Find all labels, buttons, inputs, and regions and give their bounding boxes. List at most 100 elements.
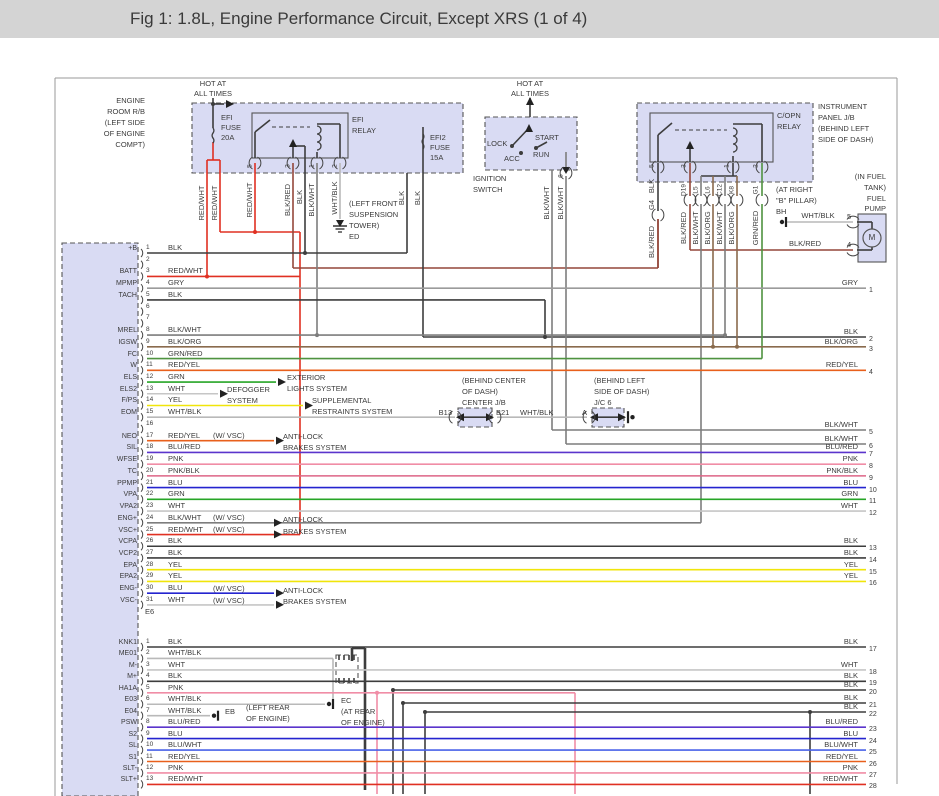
diagram-label: J/C 6 xyxy=(594,399,612,407)
diagram-label: 3 xyxy=(284,164,291,168)
diagram-label: (LEFT REAR xyxy=(246,704,290,712)
wire-color-label-right: WHT xyxy=(841,502,858,510)
diagram-label: OF ENGINE) xyxy=(341,719,385,727)
wire-color-label: BLK xyxy=(168,244,182,252)
ed-ground-label: (LEFT FRONT xyxy=(349,200,398,208)
ecm-pin-number-g1-4: 4 xyxy=(146,279,150,286)
diagram-label: K8 xyxy=(728,186,735,194)
diagram-label: RELAY xyxy=(352,127,376,135)
efi2-fuse-label: EFI2 xyxy=(430,134,446,142)
abs-label-1: ANTI-LOCK xyxy=(283,433,323,441)
right-pin-number-8: 8 xyxy=(869,463,873,471)
diagram-label: 15A xyxy=(430,154,443,162)
right-pin-number-28: 28 xyxy=(869,783,877,791)
diagram-label: SIDE OF DASH) xyxy=(818,136,873,144)
ecm-pin-number-g1-9: 9 xyxy=(146,338,150,345)
wire-color-label: BLK xyxy=(168,291,182,299)
ecm-pin-name-PPMP: PPMP xyxy=(117,480,137,488)
jc6-label: (BEHIND LEFT xyxy=(594,377,645,385)
wire-color-label-right: BLU/RED xyxy=(825,718,858,726)
ecm-pin-number-g1-23: 23 xyxy=(146,502,153,509)
wire-color-label: RED/YEL xyxy=(168,432,200,440)
ecm-pin-number-g2-1: 1 xyxy=(146,638,150,645)
ecm-pin-name-SLT-: SLT- xyxy=(123,765,137,773)
right-pin-number-3: 3 xyxy=(869,346,873,354)
diagram-label: RELAY xyxy=(777,123,801,131)
ecm-pin-name-ENG+: ENG+ xyxy=(118,515,137,523)
fuel-pump-label: (IN FUEL xyxy=(855,173,886,181)
wire-color-label-right: BLU/RED xyxy=(825,443,858,451)
ignition-switch-label: IGNITION xyxy=(473,175,506,183)
ecm-pin-number-g1-24: 24 xyxy=(146,514,153,521)
wire-color-label: WHT xyxy=(168,385,185,393)
ecm-pin-name-EOM: EOM xyxy=(121,409,137,417)
wire-color-label-right: BLK xyxy=(844,703,858,711)
diagram-label: TOWER) xyxy=(349,222,379,230)
right-pin-number-14: 14 xyxy=(869,557,877,565)
diagram-label: WHT/BLK xyxy=(520,409,553,417)
ecm-pin-number-g1-1: 1 xyxy=(146,244,150,251)
wire-color-label-right: BLU/WHT xyxy=(824,741,858,749)
diagram-label: (W/ VSC) xyxy=(213,514,245,522)
ignition-acc: ACC xyxy=(504,155,520,163)
wire-color-label: BLK xyxy=(168,672,182,680)
diagram-label: RESTRAINTS SYSTEM xyxy=(312,408,392,416)
ecm-pin-name-BATT: BATT xyxy=(120,268,137,276)
diagram-label: (W/ VSC) xyxy=(213,432,245,440)
wire-color-label: WHT xyxy=(168,502,185,510)
diagram-label: BLK xyxy=(414,191,422,205)
right-pin-number-7: 7 xyxy=(869,451,873,459)
ecm-pin-name-S2: S2 xyxy=(128,731,137,739)
diagram-label: BLK/WHT xyxy=(716,211,724,244)
diagram-label: PUMP xyxy=(864,205,886,213)
ecm-pin-number-g1-15: 15 xyxy=(146,408,153,415)
diagram-labels: 1+BBLK23BATTRED/WHT4MPMPGRY5TACHBLK678MR… xyxy=(0,0,939,796)
ecm-pin-number-g2-5: 5 xyxy=(146,684,150,691)
ecm-pin-name-M+: M+ xyxy=(127,673,137,681)
diagram-label: BRAKES SYSTEM xyxy=(283,598,346,606)
wire-color-label: BLK xyxy=(168,549,182,557)
diagram-label: BLK xyxy=(398,191,406,205)
ecm-pin-number-g1-3: 3 xyxy=(146,267,150,274)
wire-color-label-right: WHT xyxy=(841,661,858,669)
right-pin-number-23: 23 xyxy=(869,726,877,734)
wire-color-label: YEL xyxy=(168,572,182,580)
ecm-pin-number-g2-13: 13 xyxy=(146,775,153,782)
wire-color-label: BLU/RED xyxy=(168,443,201,451)
ec-ground-label: EC xyxy=(341,697,351,705)
wire-color-label: BLU xyxy=(168,730,183,738)
right-pin-number-19: 19 xyxy=(869,680,877,688)
ecm-pin-name-ME01: ME01 xyxy=(119,650,137,658)
wire-color-label: PNK xyxy=(168,455,183,463)
wire-color-label-right: BLK xyxy=(844,328,858,336)
ecm-pin-number-g1-16: 16 xyxy=(146,420,153,427)
wire-color-label: RED/WHT xyxy=(168,775,203,783)
diagram-label: ALL TIMES xyxy=(194,90,232,98)
ecm-pin-number-g1-2: 2 xyxy=(146,256,150,263)
wire-color-label: PNK xyxy=(168,684,183,692)
diagram-label: BLK xyxy=(296,190,304,204)
defogger-system-label: DEFOGGER xyxy=(227,386,270,394)
diagram-label: SYSTEM xyxy=(227,397,258,405)
wiring-diagram: 1+BBLK23BATTRED/WHT4MPMPGRY5TACHBLK678MR… xyxy=(0,0,939,796)
center-jb-label: (BEHIND CENTER xyxy=(462,377,526,385)
right-pin-number-12: 12 xyxy=(869,510,877,518)
right-pin-number-6: 6 xyxy=(869,443,873,451)
ecm-pin-name-IGSW: IGSW xyxy=(118,339,137,347)
ecm-pin-name-S1: S1 xyxy=(128,754,137,762)
ecm-pin-number-g1-18: 18 xyxy=(146,443,153,450)
diagram-label: FUSE xyxy=(221,124,241,132)
wire-color-label-right: GRN xyxy=(841,490,858,498)
ecm-pin-name-EPA: EPA xyxy=(124,562,138,570)
diagram-label: OF ENGINE) xyxy=(246,715,290,723)
ecm-pin-number-g1-8: 8 xyxy=(146,326,150,333)
diagram-label: TANK) xyxy=(864,184,886,192)
wire-color-label-right: BLK/ORG xyxy=(825,338,858,346)
diagram-label: RED/WHT xyxy=(198,186,206,221)
wire-color-label: GRN xyxy=(168,490,185,498)
efi-relay-label: EFI xyxy=(352,116,364,124)
right-pin-number-10: 10 xyxy=(869,487,877,495)
ecm-pin-number-g1-22: 22 xyxy=(146,490,153,497)
diagram-label: (W/ VSC) xyxy=(213,526,245,534)
diagram-label: G1 xyxy=(752,186,759,195)
